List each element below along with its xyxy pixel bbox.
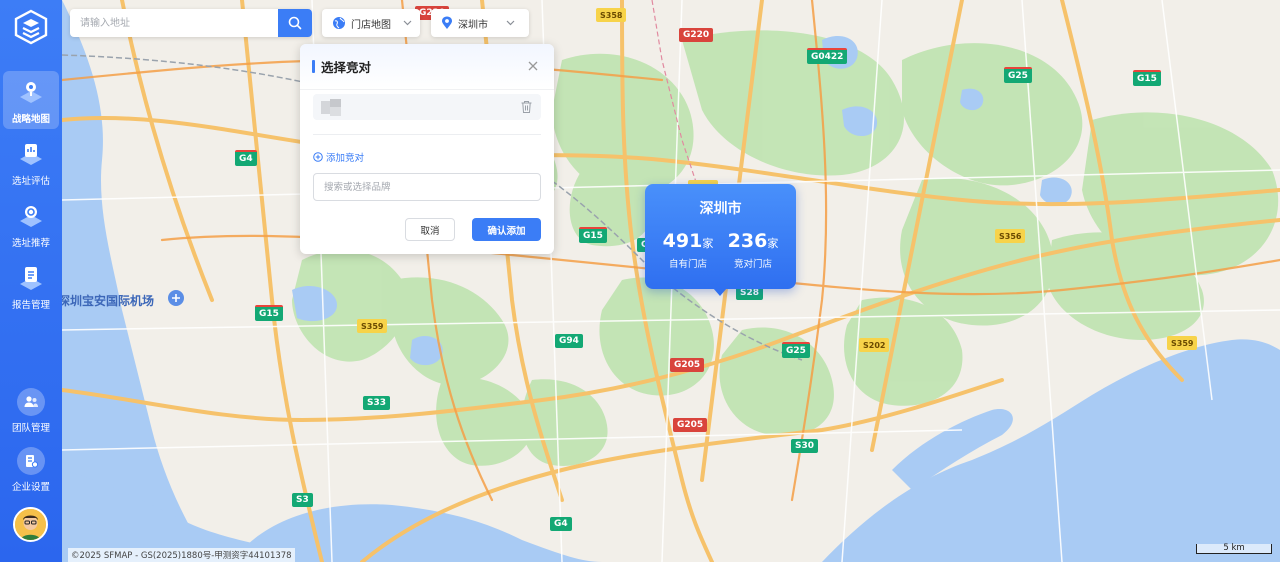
sidebar: 战略地图 选址评估 选址推荐 报告管理 团队管理 企业设置 bbox=[0, 0, 62, 562]
sidebar-item-label: 战略地图 bbox=[11, 114, 50, 125]
divider bbox=[313, 134, 541, 135]
sidebar-item-site-evaluation[interactable]: 选址评估 bbox=[3, 133, 59, 191]
report-icon bbox=[20, 267, 42, 290]
map-copyright: ©2025 SFMAP - GS(2025)1880号-甲测资字44101378 bbox=[68, 548, 295, 562]
map-type-dropdown[interactable]: 门店地图 bbox=[322, 9, 420, 37]
sidebar-item-label: 报告管理 bbox=[11, 300, 50, 311]
brand-logo-placeholder-icon bbox=[321, 99, 341, 116]
road-shield: S358 bbox=[596, 8, 627, 22]
city-label: 深圳市 bbox=[458, 19, 488, 31]
road-shield: G4 bbox=[235, 150, 257, 166]
selected-brand-row bbox=[313, 94, 541, 120]
road-shield: S359 bbox=[357, 319, 388, 333]
trash-icon[interactable] bbox=[520, 100, 533, 114]
chevron-down-icon bbox=[403, 20, 412, 26]
sidebar-item-team[interactable]: 团队管理 bbox=[3, 388, 59, 438]
site-recommend-icon bbox=[20, 206, 42, 227]
competitor-stores-stat: 236家 竞对门店 bbox=[718, 230, 788, 270]
sidebar-item-label: 选址评估 bbox=[11, 176, 50, 187]
road-shield: S33 bbox=[363, 396, 391, 410]
sidebar-item-label: 选址推荐 bbox=[11, 238, 50, 249]
map-scale: 5 km bbox=[1196, 544, 1272, 554]
confirm-add-button[interactable]: 确认添加 bbox=[472, 218, 541, 241]
road-shield: G25 bbox=[782, 342, 810, 358]
road-shield: S3 bbox=[292, 493, 313, 507]
address-search bbox=[70, 9, 312, 37]
competitor-stores-label: 竞对门店 bbox=[733, 259, 772, 270]
city-dropdown[interactable]: 深圳市 bbox=[431, 9, 529, 37]
road-shield: S202 bbox=[859, 338, 890, 352]
own-stores-stat: 491家 自有门店 bbox=[653, 230, 723, 270]
sidebar-item-strategy-map[interactable]: 战略地图 bbox=[3, 71, 59, 129]
app-logo-icon[interactable] bbox=[13, 9, 49, 45]
road-shield: G0422 bbox=[807, 48, 848, 64]
road-shield: G15 bbox=[1133, 70, 1161, 86]
team-icon bbox=[17, 388, 45, 416]
competitor-stores-unit: 家 bbox=[767, 237, 779, 250]
city-name: 深圳市 bbox=[699, 201, 742, 217]
sidebar-item-reports[interactable]: 报告管理 bbox=[3, 257, 59, 315]
map-type-label: 门店地图 bbox=[351, 19, 391, 31]
cancel-button[interactable]: 取消 bbox=[405, 218, 455, 241]
road-shield: S30 bbox=[791, 439, 819, 453]
road-shield: G205 bbox=[673, 418, 708, 432]
panel-title: 选择竞对 bbox=[321, 60, 372, 75]
chevron-down-icon bbox=[506, 20, 515, 26]
search-button[interactable] bbox=[278, 9, 312, 37]
road-shield: G94 bbox=[555, 334, 583, 348]
plus-circle-icon bbox=[313, 152, 323, 162]
sidebar-item-enterprise-settings[interactable]: 企业设置 bbox=[3, 447, 59, 497]
title-accent-bar bbox=[312, 60, 315, 73]
avatar[interactable] bbox=[13, 507, 48, 542]
search-icon bbox=[288, 16, 302, 30]
road-shield: S356 bbox=[995, 229, 1026, 243]
competitor-stores-count: 236 bbox=[727, 230, 768, 252]
own-stores-count: 491 bbox=[662, 230, 703, 252]
globe-icon bbox=[333, 17, 345, 29]
road-shield: G220 bbox=[679, 28, 714, 42]
road-shield: S359 bbox=[1167, 336, 1198, 350]
enterprise-settings-icon bbox=[17, 447, 45, 475]
road-shield: G15 bbox=[579, 227, 607, 243]
select-competitor-panel: 选择竞对 添加竞对 取消 确认添加 bbox=[300, 44, 554, 254]
own-stores-unit: 家 bbox=[702, 237, 714, 250]
sidebar-item-label: 企业设置 bbox=[11, 482, 50, 493]
panel-header: 选择竞对 bbox=[300, 44, 554, 90]
search-input[interactable] bbox=[70, 9, 270, 37]
road-shield: G4 bbox=[550, 517, 572, 531]
road-shield: G25 bbox=[1004, 67, 1032, 83]
add-competitor-label: 添加竞对 bbox=[326, 153, 365, 164]
road-shield: G205 bbox=[670, 358, 705, 372]
city-stats-popup[interactable]: 深圳市 491家 自有门店 236家 竞对门店 bbox=[645, 184, 796, 296]
brand-search-input[interactable] bbox=[313, 173, 541, 201]
road-shield: G15 bbox=[255, 305, 283, 321]
own-stores-label: 自有门店 bbox=[668, 259, 707, 270]
strategy-map-icon bbox=[20, 82, 42, 103]
airport-label: 深圳宝安国际机场 bbox=[62, 294, 155, 308]
add-competitor-link[interactable]: 添加竞对 bbox=[313, 150, 364, 164]
location-pin-icon bbox=[442, 16, 452, 29]
site-evaluation-icon bbox=[20, 144, 42, 165]
close-icon[interactable] bbox=[526, 59, 540, 73]
sidebar-item-site-recommend[interactable]: 选址推荐 bbox=[3, 195, 59, 253]
sidebar-item-label: 团队管理 bbox=[11, 423, 50, 434]
